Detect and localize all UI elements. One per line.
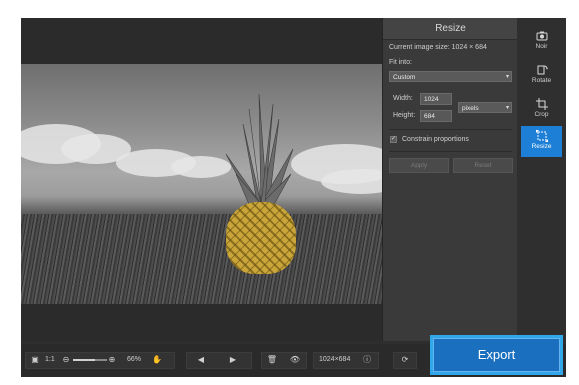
camera-icon [536, 31, 547, 41]
next-icon[interactable]: ▶ [227, 354, 239, 366]
info-icon[interactable]: ⓘ [361, 354, 373, 366]
fit-into-label: Fit into: [389, 59, 412, 66]
tool-label: Resize [531, 143, 552, 150]
pineapple-fruit [226, 202, 296, 274]
current-size-label: Current image size: 1024 × 684 [389, 44, 487, 51]
eye-icon[interactable]: 👁 [289, 354, 301, 366]
actual-size-button[interactable]: 1:1 [45, 354, 55, 366]
chevron-down-icon: ▾ [505, 105, 509, 111]
hand-icon[interactable]: ✋ [151, 354, 163, 366]
tool-resize[interactable]: Resize [521, 126, 562, 157]
crop-icon [535, 98, 548, 110]
zoom-level: 66% [127, 356, 142, 363]
trash-icon[interactable]: 🗑 [266, 354, 278, 366]
constrain-checkbox[interactable]: ✓ [390, 136, 397, 143]
height-input[interactable]: 684 [420, 110, 452, 122]
tool-label: Crop [534, 111, 549, 118]
tool-noir[interactable]: Noir [521, 26, 562, 56]
tool-label: Rotate [531, 77, 552, 84]
refresh-icon[interactable]: ⟳ [399, 354, 411, 366]
export-button[interactable]: Export [433, 338, 560, 372]
tools-sidebar: Noir Rotate Crop Resize [517, 18, 566, 341]
width-label: Width: [393, 95, 413, 102]
image-dimensions: 1024×684 [319, 356, 351, 363]
panel-title: Resize [383, 18, 518, 40]
previous-icon[interactable]: ◀ [195, 354, 207, 366]
pineapple-crown [225, 93, 294, 211]
app-window: Resize Current image size: 1024 × 684 Fi… [21, 18, 566, 377]
export-highlight: Export [430, 335, 563, 375]
rotate-icon [537, 65, 548, 75]
zoom-in-icon[interactable]: ⊕ [107, 354, 117, 366]
tool-crop[interactable]: Crop [521, 94, 562, 124]
divider [389, 129, 512, 130]
apply-button[interactable]: Apply [389, 158, 449, 173]
zoom-slider-fill [73, 359, 95, 361]
tool-label: Noir [535, 43, 548, 50]
fit-into-value: Custom [393, 74, 416, 81]
zoom-out-icon[interactable]: ⊖ [61, 354, 71, 366]
resize-panel: Resize Current image size: 1024 × 684 Fi… [382, 18, 518, 341]
reset-button[interactable]: Reset [453, 158, 513, 173]
unit-select[interactable]: pixels ▾ [458, 102, 512, 113]
photo [21, 64, 382, 304]
tool-rotate[interactable]: Rotate [521, 60, 562, 90]
fit-into-select[interactable]: Custom ▾ [389, 71, 512, 82]
height-label: Height: [393, 112, 416, 119]
unit-value: pixels [462, 105, 479, 112]
chevron-down-icon: ▾ [505, 74, 509, 80]
width-input[interactable]: 1024 [420, 93, 452, 105]
resize-icon [535, 130, 548, 142]
image-canvas[interactable] [21, 18, 382, 341]
constrain-label: Constrain proportions [402, 136, 469, 143]
fit-screen-icon[interactable]: ▣ [29, 354, 41, 366]
divider [389, 151, 512, 152]
